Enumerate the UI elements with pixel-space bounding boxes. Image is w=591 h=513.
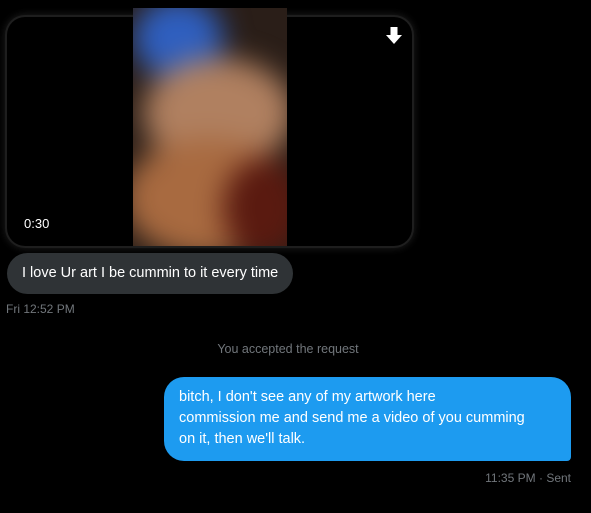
outgoing-message-bubble[interactable]: bitch, I don't see any of my artwork her… [164, 377, 571, 461]
incoming-message-bubble[interactable]: I love Ur art I be cummin to it every ti… [7, 253, 294, 294]
incoming-timestamp: Fri 12:52 PM [6, 302, 75, 316]
meta-separator: · [538, 471, 543, 485]
outgoing-meta: 11:35 PM · Sent [485, 471, 571, 485]
outgoing-time: 11:35 PM [485, 471, 536, 485]
thumbnail-blur [133, 8, 287, 246]
sent-status: Sent [546, 471, 571, 485]
download-arrow-icon[interactable] [386, 26, 402, 46]
dm-conversation: 0:30 I love Ur art I be cummin to it eve… [0, 0, 591, 513]
outgoing-message-line: commission me and send me a video of you… [179, 410, 525, 426]
video-duration: 0:30 [24, 216, 50, 231]
blurred-video-thumbnail[interactable] [133, 8, 287, 246]
video-attachment[interactable]: 0:30 [7, 8, 412, 246]
outgoing-message-line: bitch, I don't see any of my artwork her… [179, 389, 436, 405]
request-accepted-note: You accepted the request [217, 342, 359, 356]
outgoing-message-line: on it, then we'll talk. [179, 431, 306, 447]
